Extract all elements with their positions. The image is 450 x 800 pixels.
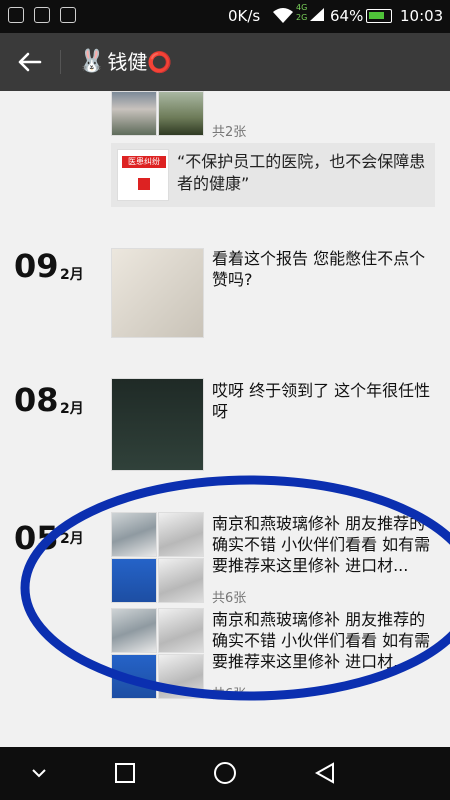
post-photo-thumb[interactable] [111,248,204,338]
nav-back-icon[interactable] [314,762,334,784]
shared-article-thumb: 医患纠纷 [117,149,169,201]
post-text[interactable]: 南京和燕玻璃修补 朋友推荐的确实不错 小伙伴们看看 如有需要推荐来这里修补 进口… [212,609,436,672]
post-month: 2月 [60,401,84,417]
status-bar: 0K/s 4G 2G 64% 10:03 [0,0,450,33]
header-title: 🐰 钱健⭕ [78,49,172,75]
wifi-icon [273,8,293,23]
status-left-icons [8,7,76,23]
photo-count: 共6张 [212,687,247,702]
header-divider [60,50,61,74]
album-timeline[interactable]: 共2张 医患纠纷 “不保护员工的医院，也不会保障患者的健康” 09 2月 看着这… [0,91,450,747]
nav-recents-icon[interactable] [115,763,135,783]
post-photo-thumb[interactable] [158,512,204,557]
photo-count: 共6张 [212,591,247,606]
post-text[interactable]: 哎呀 终于领到了 这个年很任性呀 [212,380,434,422]
post-photo-thumb[interactable] [111,512,157,557]
post-photo-thumb[interactable] [158,608,204,653]
nav-down-icon[interactable] [32,769,46,778]
post-day: 09 [14,247,59,285]
shared-article-card[interactable]: 医患纠纷 “不保护员工的医院，也不会保障患者的健康” [111,143,435,207]
thumb-title: 医患纠纷 [122,156,166,168]
post-photo-thumb[interactable] [111,608,157,653]
nav-home-icon[interactable] [214,762,236,784]
battery-percent: 64% [330,7,364,25]
voicemail-icon [8,7,24,23]
post-text[interactable]: 看着这个报告 您能憋住不点个赞吗? [212,248,436,290]
app-header: 🐰 钱健⭕ [0,33,450,91]
page-title: 钱健⭕ [107,50,173,74]
shared-article-title: “不保护员工的医院，也不会保障患者的健康” [177,152,426,193]
post-month: 2月 [60,267,84,283]
back-arrow-icon[interactable] [14,47,44,77]
post-month: 2月 [60,531,84,547]
clock: 10:03 [400,7,444,25]
network-type: 4G 2G [296,3,308,22]
post-day: 05 [14,519,59,557]
post-photo-thumb[interactable] [158,558,204,603]
post-day: 08 [14,381,59,419]
battery-icon [366,9,392,23]
system-nav-bar [0,747,450,800]
image-icon [34,7,50,23]
post-photo-thumb[interactable] [158,91,204,136]
post-text[interactable]: 南京和燕玻璃修补 朋友推荐的确实不错 小伙伴们看看 如有需要推荐来这里修补 进口… [212,513,436,576]
signal-icon [310,8,324,21]
post-photo-thumb[interactable] [111,654,157,699]
post-photo-thumb[interactable] [111,378,204,471]
photo-count: 共2张 [212,125,247,140]
post-photo-thumb[interactable] [111,558,157,603]
post-photo-thumb[interactable] [111,91,157,136]
post-photo-thumb[interactable] [158,654,204,699]
network-speed: 0K/s [228,7,261,25]
cloud-icon [60,7,76,23]
red-cross-icon [138,178,150,190]
avatar-emoji: 🐰 [78,49,106,74]
